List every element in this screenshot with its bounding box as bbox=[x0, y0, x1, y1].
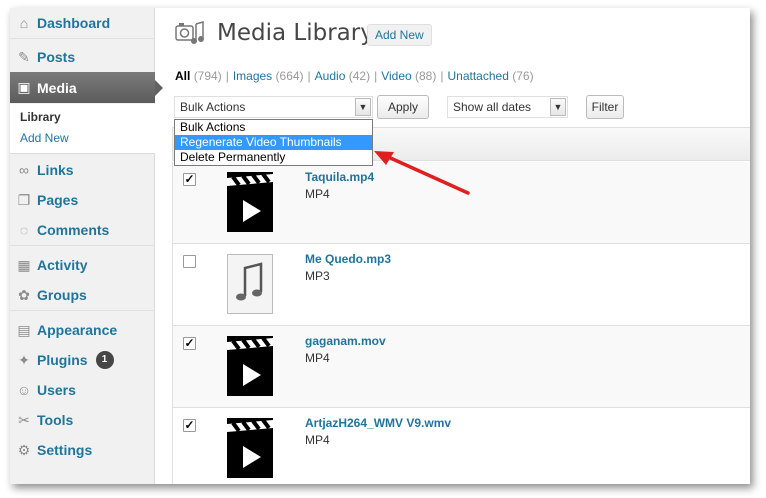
option-delete-permanently[interactable]: Delete Permanently bbox=[175, 150, 372, 165]
option-regenerate-video-thumbnails[interactable]: Regenerate Video Thumbnails bbox=[175, 135, 372, 150]
file-type: MP4 bbox=[305, 433, 330, 447]
filter-count: (88) bbox=[415, 69, 437, 83]
submenu-add-new[interactable]: Add New bbox=[20, 131, 69, 145]
admin-sidebar: ⌂ Dashboard ✎ Posts ▣ Media Library Add … bbox=[10, 8, 163, 484]
update-count-badge: 1 bbox=[95, 351, 114, 369]
menu-divider bbox=[10, 38, 155, 39]
file-type: MP3 bbox=[305, 269, 330, 283]
sidebar-item-label: Tools bbox=[37, 412, 74, 428]
row-checkbox[interactable]: ✓ bbox=[183, 337, 196, 350]
video-icon bbox=[227, 172, 273, 232]
sidebar-item-label: Comments bbox=[37, 222, 110, 238]
file-type: MP4 bbox=[305, 187, 330, 201]
table-row: Me Quedo.mp3 MP3 bbox=[172, 244, 750, 326]
sidebar-item-users[interactable]: ☺ Users bbox=[10, 375, 155, 405]
date-filter-value: Show all dates bbox=[453, 100, 532, 114]
sidebar-item-groups[interactable]: ✿ Groups bbox=[10, 280, 155, 310]
settings-icon: ⚙ bbox=[17, 441, 31, 458]
filter-images[interactable]: Images bbox=[233, 69, 272, 83]
file-name-link[interactable]: ArtjazH264_WMV V9.wmv bbox=[305, 416, 451, 430]
sidebar-item-label: Settings bbox=[37, 442, 93, 458]
sidebar-item-activity[interactable]: ▦ Activity bbox=[10, 250, 155, 280]
sidebar-item-media[interactable]: ▣ Media bbox=[10, 72, 163, 103]
chevron-down-icon: ▼ bbox=[355, 98, 371, 116]
plugin-icon: ✦ bbox=[18, 351, 30, 368]
sidebar-item-label: Dashboard bbox=[37, 15, 111, 31]
row-checkbox[interactable] bbox=[183, 255, 196, 268]
activity-icon: ▦ bbox=[17, 256, 31, 273]
sidebar-item-label: Plugins bbox=[37, 352, 88, 368]
option-bulk-actions[interactable]: Bulk Actions bbox=[175, 120, 372, 135]
filter-audio[interactable]: Audio bbox=[315, 69, 346, 83]
groups-icon: ✿ bbox=[18, 286, 30, 303]
comment-icon: ◌ bbox=[19, 222, 29, 238]
sidebar-item-posts[interactable]: ✎ Posts bbox=[10, 42, 155, 72]
chevron-down-icon: ▼ bbox=[550, 98, 566, 116]
filter-count: (794) bbox=[193, 69, 222, 83]
sidebar-item-label: Groups bbox=[37, 287, 87, 303]
filter-count: (42) bbox=[348, 69, 371, 83]
link-icon: ∞ bbox=[19, 162, 29, 178]
sidebar-item-settings[interactable]: ⚙ Settings bbox=[10, 435, 155, 465]
audio-icon bbox=[227, 254, 273, 314]
sidebar-item-label: Appearance bbox=[37, 322, 118, 338]
file-name-link[interactable]: Me Quedo.mp3 bbox=[305, 252, 391, 266]
current-menu-arrow bbox=[155, 80, 163, 96]
bulk-actions-value: Bulk Actions bbox=[180, 100, 246, 114]
filter-count: (664) bbox=[275, 69, 304, 83]
add-new-button[interactable]: Add New bbox=[367, 24, 432, 46]
file-name-link[interactable]: Taquila.mp4 bbox=[305, 170, 374, 184]
sidebar-item-comments[interactable]: ◌ Comments bbox=[10, 215, 155, 245]
sidebar-item-label: Links bbox=[37, 162, 74, 178]
app-window: ⌂ Dashboard ✎ Posts ▣ Media Library Add … bbox=[10, 8, 750, 484]
page-title: Media Library bbox=[217, 20, 374, 46]
dashboard-icon: ⌂ bbox=[19, 15, 29, 31]
media-icon: ▣ bbox=[17, 79, 31, 95]
menu-divider bbox=[10, 310, 155, 311]
file-type: MP4 bbox=[305, 351, 330, 365]
sidebar-item-label: Activity bbox=[37, 257, 88, 273]
pin-icon: ✎ bbox=[18, 48, 30, 65]
table-row: ✓ gaganam.mov MP4 bbox=[172, 326, 750, 408]
apply-button[interactable]: Apply bbox=[377, 95, 429, 119]
row-checkbox[interactable]: ✓ bbox=[183, 419, 196, 432]
appearance-icon: ▤ bbox=[17, 321, 31, 338]
sidebar-item-appearance[interactable]: ▤ Appearance bbox=[10, 315, 155, 345]
filter-all[interactable]: All bbox=[175, 69, 190, 83]
sidebar-item-plugins[interactable]: ✦ Plugins 1 bbox=[10, 345, 155, 375]
bulk-actions-select[interactable]: Bulk Actions ▼ bbox=[174, 96, 373, 118]
video-icon bbox=[227, 336, 273, 396]
filter-unattached[interactable]: Unattached bbox=[447, 69, 508, 83]
menu-divider bbox=[10, 245, 155, 246]
users-icon: ☺ bbox=[16, 382, 32, 398]
row-checkbox[interactable]: ✓ bbox=[183, 173, 196, 186]
filter-count: (76) bbox=[512, 69, 534, 83]
file-name-link[interactable]: gaganam.mov bbox=[305, 334, 386, 348]
sidebar-item-dashboard[interactable]: ⌂ Dashboard bbox=[10, 8, 155, 38]
sidebar-item-tools[interactable]: ✂ Tools bbox=[10, 405, 155, 435]
table-row: ✓ ArtjazH264_WMV V9.wmv MP4 bbox=[172, 408, 750, 484]
pages-icon: ❐ bbox=[17, 191, 31, 208]
video-icon bbox=[227, 418, 273, 478]
media-library-icon bbox=[175, 20, 205, 48]
sidebar-item-label: Media bbox=[37, 79, 77, 96]
date-filter-select[interactable]: Show all dates ▼ bbox=[447, 96, 568, 118]
sidebar-item-pages[interactable]: ❐ Pages bbox=[10, 185, 155, 215]
annotation-arrow bbox=[374, 151, 470, 195]
sidebar-item-label: Posts bbox=[37, 49, 76, 65]
sidebar-item-links[interactable]: ∞ Links bbox=[10, 155, 155, 185]
filter-video[interactable]: Video bbox=[381, 69, 411, 83]
sidebar-item-label: Users bbox=[37, 382, 76, 398]
bulk-actions-dropdown: Bulk Actions Regenerate Video Thumbnails… bbox=[174, 119, 373, 166]
media-type-filters: All (794) | Images (664) | Audio (42) | Video … bbox=[175, 69, 534, 83]
tools-icon: ✂ bbox=[18, 411, 30, 428]
filter-button[interactable]: Filter bbox=[586, 95, 624, 119]
sidebar-item-label: Pages bbox=[37, 192, 79, 208]
media-submenu: Library Add New bbox=[10, 104, 155, 154]
submenu-library[interactable]: Library bbox=[20, 110, 61, 124]
